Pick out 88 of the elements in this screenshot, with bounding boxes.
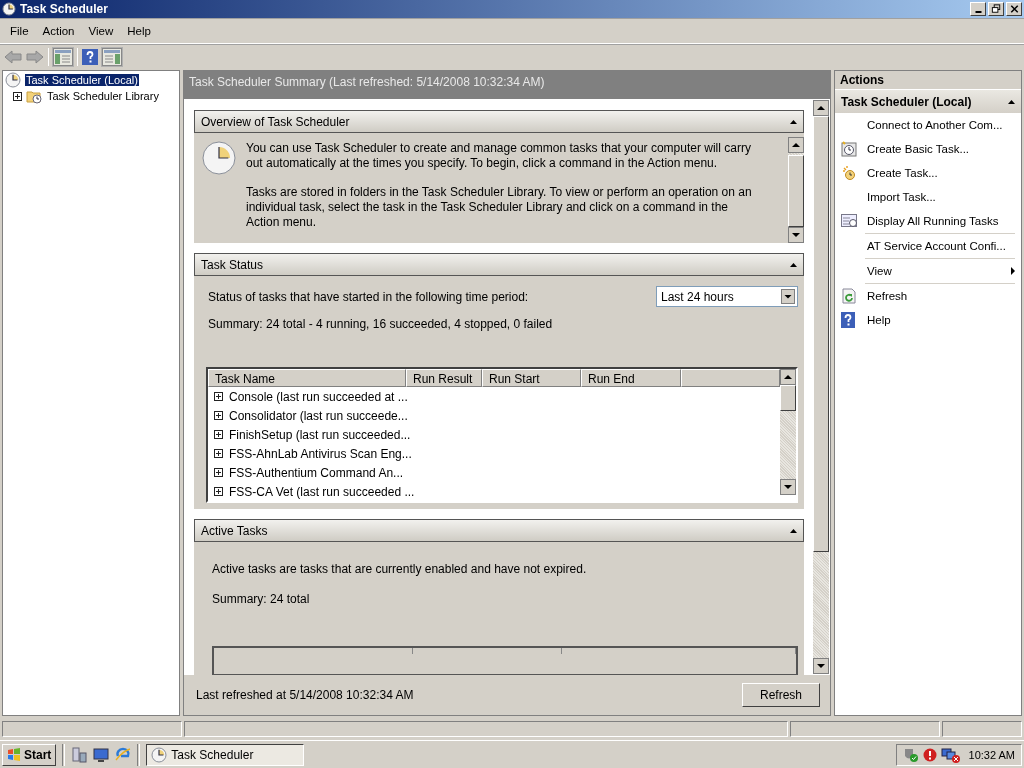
- actions-group-header[interactable]: Task Scheduler (Local): [835, 89, 1021, 113]
- expand-icon[interactable]: [214, 487, 223, 496]
- actions-group-title: Task Scheduler (Local): [841, 94, 972, 109]
- section-header[interactable]: Overview of Task Scheduler: [194, 110, 804, 133]
- column-header[interactable]: Task Name: [208, 369, 406, 387]
- actions-title: Actions: [835, 71, 1021, 89]
- tree-item[interactable]: Task Scheduler (Local): [25, 74, 139, 86]
- clock-icon: [202, 141, 236, 175]
- forward-arrow-icon: [26, 49, 44, 64]
- task-name[interactable]: FSS-AhnLab Antivirus Scan Eng...: [229, 446, 412, 461]
- menu-item[interactable]: Action: [35, 24, 82, 37]
- section-header[interactable]: Task Status: [194, 253, 804, 276]
- command-item[interactable]: Create Task...: [835, 161, 1021, 185]
- windows-logo-icon: [7, 748, 21, 761]
- window-title: Task Scheduler: [20, 2, 108, 16]
- help-icon: [841, 312, 857, 328]
- refresh-button[interactable]: Refresh: [742, 683, 820, 707]
- folder-clock-icon: [26, 88, 42, 104]
- scrollbar[interactable]: [813, 100, 829, 674]
- taskbar-button[interactable]: Task Scheduler: [146, 743, 305, 766]
- network-error-icon: [940, 746, 961, 763]
- scrollbar[interactable]: [788, 137, 804, 243]
- scroll-thumb[interactable]: [788, 155, 804, 227]
- command-item[interactable]: Import Task...: [835, 185, 1021, 209]
- command-item[interactable]: Help: [835, 308, 1021, 332]
- task-name[interactable]: FinishSetup (last run succeeded...: [229, 427, 411, 442]
- menu-item[interactable]: Help: [120, 24, 158, 37]
- active-tasks-summary: Summary: 24 total: [212, 592, 311, 606]
- expand-icon[interactable]: [13, 91, 22, 101]
- period-label: Status of tasks that have started in the following time period:: [208, 289, 529, 304]
- submenu-arrow-icon: [1011, 267, 1015, 275]
- column-header[interactable]: Run Start: [482, 369, 581, 387]
- clock-icon: [151, 746, 168, 763]
- command-item[interactable]: Refresh: [835, 284, 1021, 308]
- summary-header: Task Scheduler Summary (Last refreshed: 5/14/2008 10:32:34 AM): [184, 71, 830, 99]
- back-arrow-icon: [4, 49, 22, 64]
- scroll-thumb[interactable]: [813, 116, 829, 552]
- expand-icon[interactable]: [214, 411, 223, 420]
- refresh-icon: [841, 288, 857, 304]
- active-tasks-description: Active tasks are tasks that are currently enabled and have not expired.: [212, 562, 588, 576]
- menu-item[interactable]: View: [81, 24, 121, 37]
- expand-icon[interactable]: [214, 468, 223, 477]
- tree-item[interactable]: Task Scheduler Library: [46, 90, 160, 102]
- show-tree-icon: [53, 47, 73, 66]
- task-name[interactable]: FSS-CA Vet (last run succeeded ...: [229, 484, 415, 499]
- clock-text: 10:32 AM: [968, 748, 1015, 761]
- server-manager-icon: [71, 746, 88, 763]
- expand-icon[interactable]: [214, 449, 223, 458]
- command-item[interactable]: Display All Running Tasks: [835, 209, 1021, 233]
- minimize-icon: [974, 11, 982, 13]
- running-tasks-icon: [841, 213, 857, 229]
- browser-icon: [115, 746, 132, 763]
- section-header[interactable]: Active Tasks: [194, 519, 804, 542]
- clock-icon: [2, 2, 16, 16]
- status-summary: Summary: 24 total - 4 running, 16 succeeded, 4 stopped, 0 failed: [208, 317, 554, 331]
- new-clock-icon: [841, 165, 857, 181]
- expand-icon[interactable]: [214, 392, 223, 401]
- scroll-thumb[interactable]: [780, 385, 796, 411]
- shield-check-icon: [902, 746, 919, 763]
- period-dropdown[interactable]: Last 24 hours: [656, 286, 798, 307]
- command-item[interactable]: AT Service Account Confi...: [835, 234, 1021, 258]
- warning-circle-icon: [922, 747, 937, 762]
- desktop-icon: [93, 746, 110, 763]
- overview-paragraph: Tasks are stored in folders in the Task Scheduler Library. To view or perform an operation on an individual task, select the task in the Task Scheduler Library and click on a command in the Action menu.: [246, 185, 753, 230]
- section-title: Overview of Task Scheduler: [201, 114, 350, 129]
- task-name[interactable]: FSS-Authentium Command An...: [229, 465, 404, 480]
- command-item[interactable]: Connect to Another Com...: [835, 113, 1021, 137]
- wizard-clock-icon: [841, 141, 857, 157]
- command-item[interactable]: Create Basic Task...: [835, 137, 1021, 161]
- start-button[interactable]: Start: [2, 743, 57, 766]
- section-title: Active Tasks: [201, 523, 268, 538]
- command-item[interactable]: View: [835, 259, 1021, 283]
- task-name[interactable]: Console (last run succeeded at ...: [229, 389, 408, 404]
- scrollbar[interactable]: [780, 369, 796, 495]
- last-refreshed-text: Last refreshed at 5/14/2008 10:32:34 AM: [196, 688, 414, 702]
- minimize-button[interactable]: [970, 2, 986, 16]
- column-header[interactable]: Run End: [581, 369, 681, 387]
- task-name[interactable]: Consolidator (last run succeede...: [229, 408, 408, 423]
- close-button[interactable]: [1006, 2, 1022, 16]
- section-title: Task Status: [201, 257, 264, 272]
- menu-item[interactable]: File: [3, 24, 36, 37]
- show-action-pane-icon: [102, 47, 122, 66]
- help-icon: [82, 48, 98, 65]
- maximize-icon: [989, 3, 1003, 15]
- maximize-button[interactable]: [988, 2, 1004, 16]
- overview-paragraph: You can use Task Scheduler to create and manage common tasks that your computer will carry out automatically at the times you specify. To begin, click a command in the Action menu.: [246, 141, 752, 171]
- column-header[interactable]: Run Result: [406, 369, 482, 387]
- expand-icon[interactable]: [214, 430, 223, 439]
